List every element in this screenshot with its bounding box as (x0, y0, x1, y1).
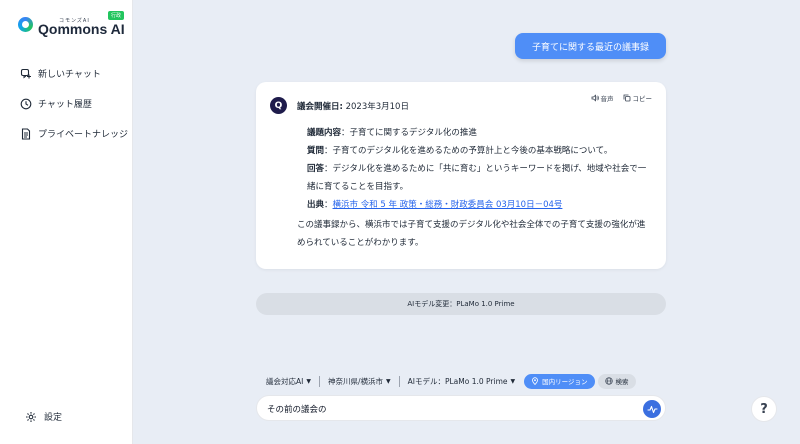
copy-button[interactable]: コピー (623, 93, 653, 103)
clock-icon (20, 98, 32, 109)
copy-icon (623, 94, 630, 102)
caret-down-icon: ▼ (510, 377, 516, 385)
domestic-region-toggle[interactable]: 国内リージョン (524, 373, 595, 389)
topic-line: 議題内容：子育てに関するデジタル化の推進 (307, 124, 652, 142)
mode-dropdown[interactable]: 議会対応AI ▼ (266, 376, 319, 387)
answer-value: ：デジタル化を進めるために「共に育む」というキーワードを掲げ、地域や社会で一緒に… (307, 164, 647, 192)
assistant-avatar: Q (270, 97, 287, 114)
waveform-icon (646, 405, 658, 413)
sidebar-item-label: 新しいチャット (38, 70, 101, 80)
meeting-date-value: 2023年3月10日 (345, 102, 409, 112)
source-line: 出典：横浜市 令和 5 年 政策・総務・財政委員会 03月10日－04号 (307, 196, 652, 214)
model-dropdown[interactable]: AIモデル：PLaMo 1.0 Prime ▼ (400, 376, 524, 387)
answer-toolbar: 音声 コピー (591, 93, 653, 103)
model-change-notice: AIモデル変更：PLaMo 1.0 Prime (256, 293, 666, 315)
user-message-bubble: 子育てに関する最近の議事録 (515, 33, 666, 59)
chat-input-container (256, 395, 666, 421)
search-toggle[interactable]: 検索 (597, 373, 636, 389)
mode-dropdown-label: 議会対応AI (266, 376, 304, 386)
location-pin-icon (532, 377, 539, 385)
source-separator: ： (324, 200, 333, 210)
assistant-answer-card: Q 音声 コピー 議会開催日: 2023年3月10日 議題内容：子育てに関するデ… (256, 82, 666, 269)
copy-label: コピー (632, 95, 653, 103)
topic-label: 議題内容 (307, 128, 342, 138)
source-label: 出典 (307, 200, 325, 210)
voice-button[interactable]: 音声 (591, 93, 614, 103)
gear-icon (26, 411, 36, 422)
brand-logo[interactable]: コモンズAI Qommons AI 行政 (18, 10, 128, 40)
composer-selectors: 議会対応AI ▼ 神奈川県/横浜市 ▼ AIモデル：PLaMo 1.0 Prime ▼… (266, 373, 636, 389)
answer-line: 回答：デジタル化を進めるために「共に育む」というキーワードを掲げ、地域や社会で一… (307, 160, 652, 196)
meeting-date-label: 議会開催日: (297, 102, 343, 112)
new-chat-icon (20, 68, 31, 78)
speaker-icon (591, 94, 599, 102)
source-link[interactable]: 横浜市 令和 5 年 政策・総務・財政委員会 03月10日－04号 (333, 200, 563, 210)
settings-button[interactable]: 設定 (25, 410, 62, 423)
caret-down-icon: ▼ (306, 377, 311, 385)
domestic-region-label: 国内リージョン (542, 378, 588, 386)
globe-icon (604, 377, 613, 385)
region-dropdown-label: 神奈川県/横浜市 (327, 376, 383, 386)
settings-label: 設定 (44, 413, 63, 423)
model-dropdown-label: AIモデル：PLaMo 1.0 Prime (407, 376, 508, 386)
logo-mark-icon (18, 17, 33, 32)
region-dropdown[interactable]: 神奈川県/横浜市 ▼ (320, 376, 399, 387)
sidebar-item-chat-history[interactable]: チャット履歴 (20, 97, 92, 110)
question-line: 質問：子育てのデジタル化を進めるための予算計上と今後の基本戦略について。 (307, 142, 652, 160)
chat-input[interactable] (267, 402, 627, 416)
document-icon (21, 127, 31, 140)
caret-down-icon: ▼ (386, 377, 391, 385)
sidebar-item-label: チャット履歴 (38, 100, 92, 110)
meeting-date: 議会開催日: 2023年3月10日 (297, 100, 409, 112)
voice-label: 音声 (600, 95, 614, 103)
sidebar-item-new-chat[interactable]: 新しいチャット (20, 67, 101, 80)
logo-badge: 行政 (108, 11, 125, 20)
question-value: ：子育てのデジタル化を進めるための予算計上と今後の基本戦略について。 (324, 146, 613, 156)
answer-label: 回答 (307, 164, 325, 174)
help-button[interactable]: ? (751, 396, 777, 422)
send-button[interactable] (643, 400, 661, 418)
logo-text: Qommons AI (38, 21, 125, 37)
topic-value: ：子育てに関するデジタル化の推進 (341, 128, 477, 138)
sidebar-item-label: プライベートナレッジ (38, 130, 129, 140)
sidebar: コモンズAI Qommons AI 行政 新しいチャット チャット履歴 プライベ… (0, 0, 133, 444)
search-label: 検索 (615, 378, 629, 386)
question-label: 質問 (307, 146, 325, 156)
meeting-details: 議題内容：子育てに関するデジタル化の推進 質問：子育てのデジタル化を進めるための… (307, 124, 652, 214)
sidebar-item-private-knowledge[interactable]: プライベートナレッジ (20, 127, 128, 140)
answer-summary: この議事録から、横浜市では子育て支援のデジタル化や社会全体での子育て支援の強化が… (297, 220, 646, 248)
